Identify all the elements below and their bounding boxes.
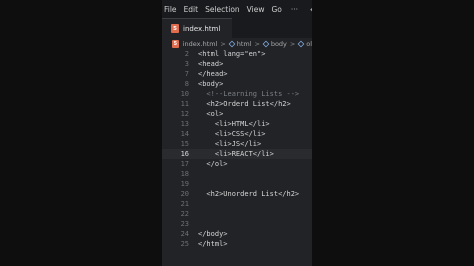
breadcrumb-separator: > (289, 39, 296, 48)
code-line[interactable]: 13 <li>HTML</li> (162, 119, 312, 129)
line-number: 11 (180, 100, 189, 108)
line-number: 23 (180, 220, 189, 228)
line-text: </html> (198, 240, 228, 248)
code-line[interactable]: 12 <ol> (162, 109, 312, 119)
menu-view[interactable]: View (247, 5, 265, 14)
line-text: </ol> (198, 160, 228, 168)
line-number: 20 (180, 190, 189, 198)
line-number: 12 (180, 110, 189, 118)
tab-title: index.html (183, 24, 221, 33)
line-text: <h2>Unorderd List</h2> (198, 190, 300, 198)
menu-go[interactable]: Go (271, 5, 281, 14)
line-text: <li>REACT</li> (198, 150, 274, 158)
html-file-icon: 5 (172, 39, 179, 48)
html-file-icon: 5 (171, 24, 179, 33)
line-number: 3 (184, 60, 189, 68)
line-number: 21 (180, 200, 189, 208)
line-number: 24 (180, 230, 189, 238)
line-number: 18 (180, 170, 189, 178)
code-line[interactable]: 24 </body> (162, 229, 312, 239)
tab-strip: 5 index.html (162, 18, 312, 38)
right-backdrop (312, 0, 474, 266)
line-number: 13 (180, 120, 189, 128)
breadcrumb-ol[interactable]: ol (306, 40, 312, 48)
tab-index-html[interactable]: 5 index.html (162, 18, 232, 38)
code-line[interactable]: 16 <li>REACT</li> (162, 149, 312, 159)
code-line[interactable]: 25 </html> (162, 239, 312, 249)
element-icon (262, 40, 270, 47)
menu-edit[interactable]: Edit (184, 5, 199, 14)
line-number: 22 (180, 210, 189, 218)
code-area[interactable]: 2 <html lang="en"> 3 <head> 7 </head> 8 <body> 1… (162, 49, 312, 249)
breadcrumb: 5 index.html > html > body > ol (162, 38, 312, 49)
code-line[interactable]: 19 (162, 179, 312, 189)
line-number: 7 (184, 70, 189, 78)
code-line[interactable]: 10 <!--Learning Lists --> (162, 89, 312, 99)
element-icon (297, 40, 305, 47)
code-line[interactable]: 18 (162, 169, 312, 179)
line-text: <h2>Orderd List</h2> (198, 100, 291, 108)
code-line[interactable]: 20 <h2>Unorderd List</h2> (162, 189, 312, 199)
code-line[interactable]: 8 <body> (162, 79, 312, 89)
breadcrumb-file[interactable]: index.html (183, 40, 218, 48)
line-text: <li>HTML</li> (198, 120, 270, 128)
breadcrumb-html[interactable]: html (237, 40, 252, 48)
line-number: 14 (180, 130, 189, 138)
code-editor-window: File Edit Selection View Go ··· ← 5 inde… (162, 0, 312, 266)
line-text: <html lang="en"> (198, 50, 266, 58)
breadcrumb-separator: > (254, 39, 260, 48)
line-number: 8 (184, 80, 189, 88)
line-text: </body> (198, 230, 228, 238)
line-text: </head> (198, 70, 228, 78)
line-text: <body> (198, 80, 224, 88)
left-backdrop (0, 0, 162, 266)
line-number: 2 (184, 50, 189, 58)
code-line[interactable]: 17 </ol> (162, 159, 312, 169)
line-number: 17 (180, 160, 189, 168)
line-number: 19 (180, 180, 189, 188)
back-arrow-icon[interactable]: ← (310, 5, 312, 14)
menu-selection[interactable]: Selection (205, 5, 240, 14)
code-line[interactable]: 15 <li>JS</li> (162, 139, 312, 149)
line-number: 25 (180, 240, 189, 248)
breadcrumb-separator: > (220, 39, 226, 48)
line-text: <li>JS</li> (198, 140, 262, 148)
code-line[interactable]: 7 </head> (162, 69, 312, 79)
element-icon (228, 40, 236, 47)
line-number: 16 (180, 150, 189, 158)
menu-bar: File Edit Selection View Go ··· ← (162, 0, 312, 18)
line-text: <li>CSS</li> (198, 130, 266, 138)
line-text: <!--Learning Lists --> (198, 90, 300, 98)
more-menu-icon[interactable]: ··· (291, 5, 298, 14)
code-line[interactable]: 2 <html lang="en"> (162, 49, 312, 59)
code-line[interactable]: 3 <head> (162, 59, 312, 69)
line-number: 10 (180, 90, 189, 98)
breadcrumb-body[interactable]: body (271, 40, 287, 48)
code-line[interactable]: 14 <li>CSS</li> (162, 129, 312, 139)
code-line[interactable]: 21 (162, 199, 312, 209)
menu-file[interactable]: File (164, 5, 177, 14)
line-text: <head> (198, 60, 224, 68)
code-line[interactable]: 11 <h2>Orderd List</h2> (162, 99, 312, 109)
code-line[interactable]: 22 (162, 209, 312, 219)
code-line[interactable]: 23 (162, 219, 312, 229)
line-text: <ol> (198, 110, 224, 118)
line-number: 15 (180, 140, 189, 148)
